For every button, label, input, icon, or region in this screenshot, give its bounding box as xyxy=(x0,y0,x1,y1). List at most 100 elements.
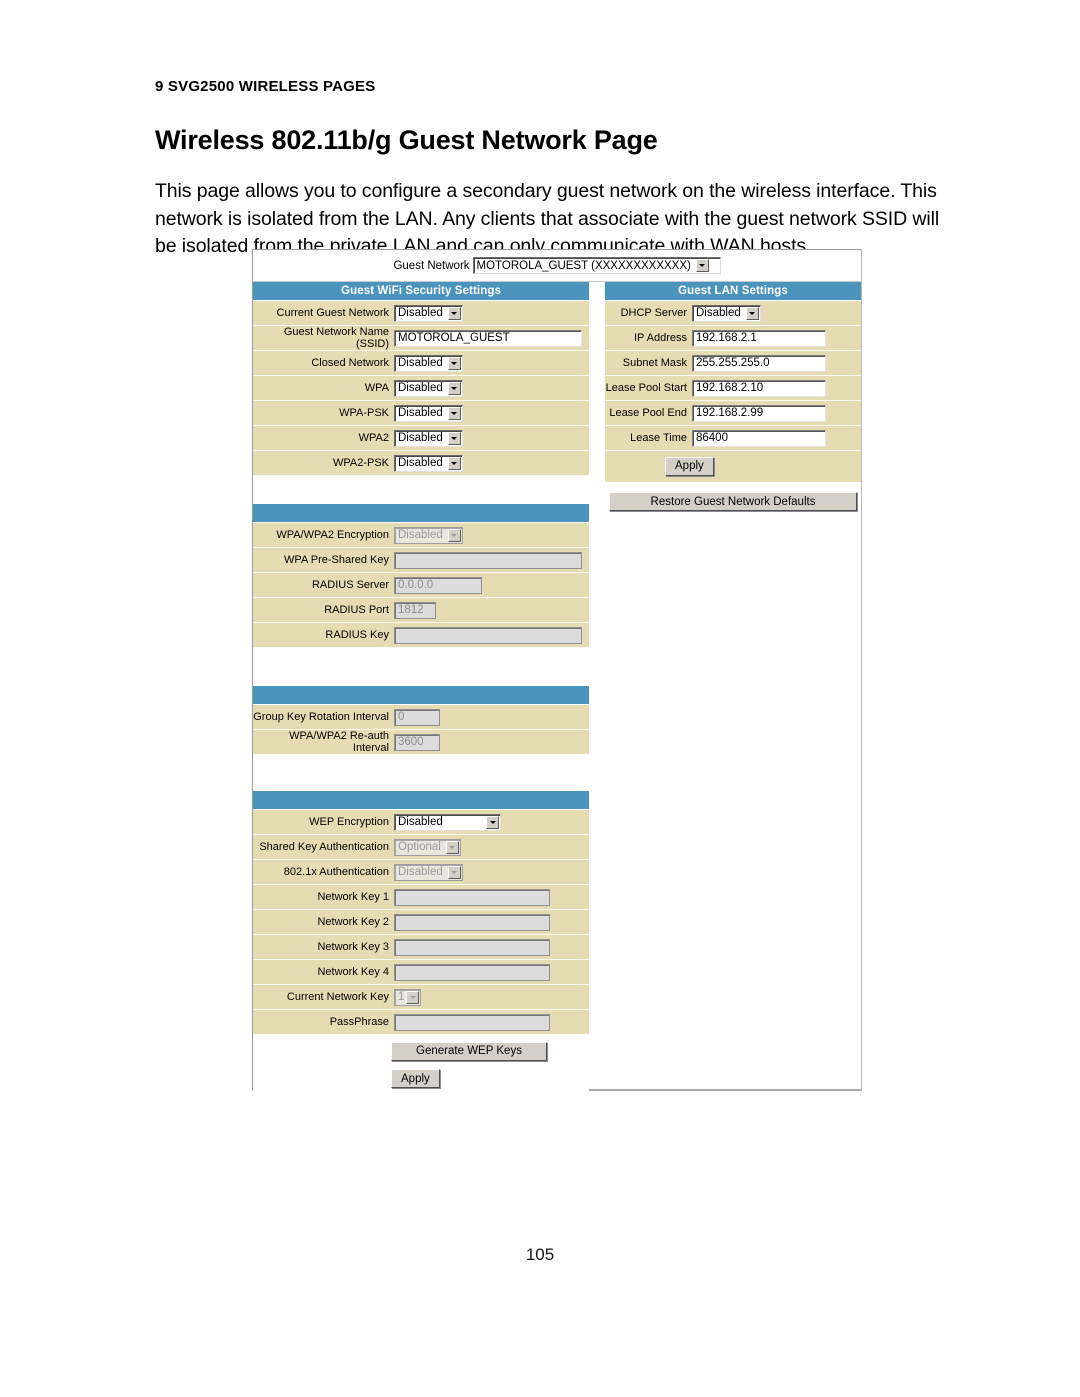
row-wpa2: WPA2 Disabled xyxy=(253,426,589,452)
row-current-guest-network: Current Guest Network Disabled xyxy=(253,301,589,326)
label-passphrase: PassPhrase xyxy=(329,1016,389,1029)
wpa-preshared-key-input[interactable] xyxy=(394,551,582,569)
row-passphrase: PassPhrase xyxy=(253,1010,589,1036)
label-8021x-auth: 802.1x Authentication xyxy=(283,866,389,879)
network-key-2-input[interactable] xyxy=(394,913,550,931)
wpa-value: Disabled xyxy=(398,382,443,395)
label-current-guest-network: Current Guest Network xyxy=(276,306,389,319)
label-wpa2-psk: WPA2-PSK xyxy=(332,457,389,470)
row-network-key-1: Network Key 1 xyxy=(253,885,589,911)
wpa2-select[interactable]: Disabled xyxy=(394,429,463,447)
row-ip-address: IP Address 192.168.2.1 xyxy=(605,326,861,351)
generate-wep-keys-row: Generate WEP Keys xyxy=(253,1035,589,1064)
wpa-encryption-value: Disabled xyxy=(398,529,443,542)
chevron-down-icon xyxy=(447,356,461,370)
shared-key-auth-select[interactable]: Optional xyxy=(394,838,461,856)
reauth-interval-input[interactable]: 3600 xyxy=(394,733,440,751)
wep-encryption-select[interactable]: Disabled xyxy=(394,813,501,831)
radius-port-input[interactable]: 1812 xyxy=(394,601,436,619)
current-guest-network-select[interactable]: Disabled xyxy=(394,304,463,322)
dhcp-server-value: Disabled xyxy=(696,307,741,319)
closed-network-select[interactable]: Disabled xyxy=(394,354,463,372)
label-radius-port: RADIUS Port xyxy=(324,604,389,617)
row-radius-server: RADIUS Server 0.0.0.0 xyxy=(253,573,589,599)
wpa-psk-select[interactable]: Disabled xyxy=(394,404,463,422)
current-network-key-select[interactable]: 1 xyxy=(394,988,422,1006)
generate-wep-keys-button[interactable]: Generate WEP Keys xyxy=(391,1041,547,1061)
lan-apply-row: Apply xyxy=(605,451,861,482)
label-network-key-3: Network Key 3 xyxy=(317,941,389,954)
chevron-down-icon xyxy=(447,381,461,395)
row-network-key-4: Network Key 4 xyxy=(253,960,589,986)
shared-key-auth-value: Optional xyxy=(398,841,441,854)
spacer xyxy=(605,481,861,492)
label-radius-key: RADIUS Key xyxy=(325,629,389,642)
label-lease-pool-end: Lease Pool End xyxy=(609,406,687,419)
lease-pool-start-input[interactable]: 192.168.2.10 xyxy=(692,379,826,397)
row-current-network-key: Current Network Key 1 xyxy=(253,985,589,1011)
lease-pool-end-input[interactable]: 192.168.2.99 xyxy=(692,404,826,422)
row-8021x-auth: 802.1x Authentication Disabled xyxy=(253,860,589,886)
wpa-encryption-select[interactable]: Disabled xyxy=(394,526,463,544)
row-wpa-preshared-key: WPA Pre-Shared Key xyxy=(253,548,589,574)
guest-network-select[interactable]: MOTOROLA_GUEST (XXXXXXXXXXXX) xyxy=(472,257,721,274)
row-group-key-rotation: Group Key Rotation Interval 0 xyxy=(253,705,589,731)
row-wpa: WPA Disabled xyxy=(253,376,589,402)
section-header-wpa xyxy=(253,504,589,524)
label-wpa: WPA xyxy=(364,382,389,395)
subnet-mask-input[interactable]: 255.255.255.0 xyxy=(692,354,826,372)
label-wpa-psk: WPA-PSK xyxy=(339,407,389,420)
ip-address-input[interactable]: 192.168.2.1 xyxy=(692,329,826,347)
lease-time-input[interactable]: 86400 xyxy=(692,429,826,447)
row-wep-encryption: WEP Encryption Disabled xyxy=(253,810,589,836)
passphrase-input[interactable] xyxy=(394,1013,550,1031)
chevron-down-icon xyxy=(447,406,461,420)
wpa-psk-value: Disabled xyxy=(398,407,443,420)
chevron-down-icon xyxy=(486,815,499,829)
label-lease-pool-start: Lease Pool Start xyxy=(605,381,687,394)
row-lease-pool-end: Lease Pool End 192.168.2.99 xyxy=(605,401,861,426)
chevron-down-icon xyxy=(447,431,461,445)
router-config-screenshot: Guest Network MOTOROLA_GUEST (XXXXXXXXXX… xyxy=(252,249,862,1097)
radius-key-input[interactable] xyxy=(394,626,582,644)
label-wpa-encryption: WPA/WPA2 Encryption xyxy=(276,529,389,542)
row-closed-network: Closed Network Disabled xyxy=(253,351,589,377)
label-lease-time: Lease Time xyxy=(630,431,687,444)
guest-network-select-value: MOTOROLA_GUEST (XXXXXXXXXXXX) xyxy=(476,259,691,272)
group-key-rotation-input[interactable]: 0 xyxy=(394,708,440,726)
section-header-wep xyxy=(253,791,589,811)
row-lease-time: Lease Time 86400 xyxy=(605,426,861,451)
row-radius-port: RADIUS Port 1812 xyxy=(253,598,589,624)
restore-defaults-row: Restore Guest Network Defaults xyxy=(605,491,861,511)
lan-apply-button[interactable]: Apply xyxy=(665,456,714,476)
guest-ssid-input[interactable]: MOTOROLA_GUEST xyxy=(394,329,582,347)
wpa2-psk-value: Disabled xyxy=(398,457,443,470)
row-shared-key-auth: Shared Key Authentication Optional xyxy=(253,835,589,861)
label-network-key-1: Network Key 1 xyxy=(317,891,389,904)
section-header-intervals xyxy=(253,686,589,706)
network-key-4-input[interactable] xyxy=(394,963,550,981)
row-dhcp-server: DHCP Server Disabled xyxy=(605,301,861,326)
wpa-select[interactable]: Disabled xyxy=(394,379,463,397)
current-guest-network-value: Disabled xyxy=(398,307,443,319)
guest-network-selector-bar: Guest Network MOTOROLA_GUEST (XXXXXXXXXX… xyxy=(253,250,861,282)
spacer xyxy=(253,476,589,505)
wpa2-value: Disabled xyxy=(398,432,443,445)
network-key-3-input[interactable] xyxy=(394,938,550,956)
network-key-1-input[interactable] xyxy=(394,888,550,906)
spacer xyxy=(253,648,589,687)
dot1x-auth-select[interactable]: Disabled xyxy=(394,863,463,881)
label-reauth-interval: WPA/WPA2 Re-auth Interval xyxy=(289,730,389,755)
row-radius-key: RADIUS Key xyxy=(253,623,589,649)
wpa2-psk-select[interactable]: Disabled xyxy=(394,454,463,472)
row-subnet-mask: Subnet Mask 255.255.255.0 xyxy=(605,351,861,376)
radius-server-input[interactable]: 0.0.0.0 xyxy=(394,576,482,594)
restore-guest-network-defaults-button[interactable]: Restore Guest Network Defaults xyxy=(609,492,857,511)
wep-apply-button[interactable]: Apply xyxy=(391,1069,440,1089)
label-dhcp-server: DHCP Server xyxy=(620,306,687,319)
dot1x-auth-value: Disabled xyxy=(398,866,443,879)
dhcp-server-select[interactable]: Disabled xyxy=(692,304,761,322)
chevron-down-icon xyxy=(695,259,709,272)
label-guest-ssid: Guest Network Name (SSID) xyxy=(283,326,389,351)
label-radius-server: RADIUS Server xyxy=(311,579,389,592)
